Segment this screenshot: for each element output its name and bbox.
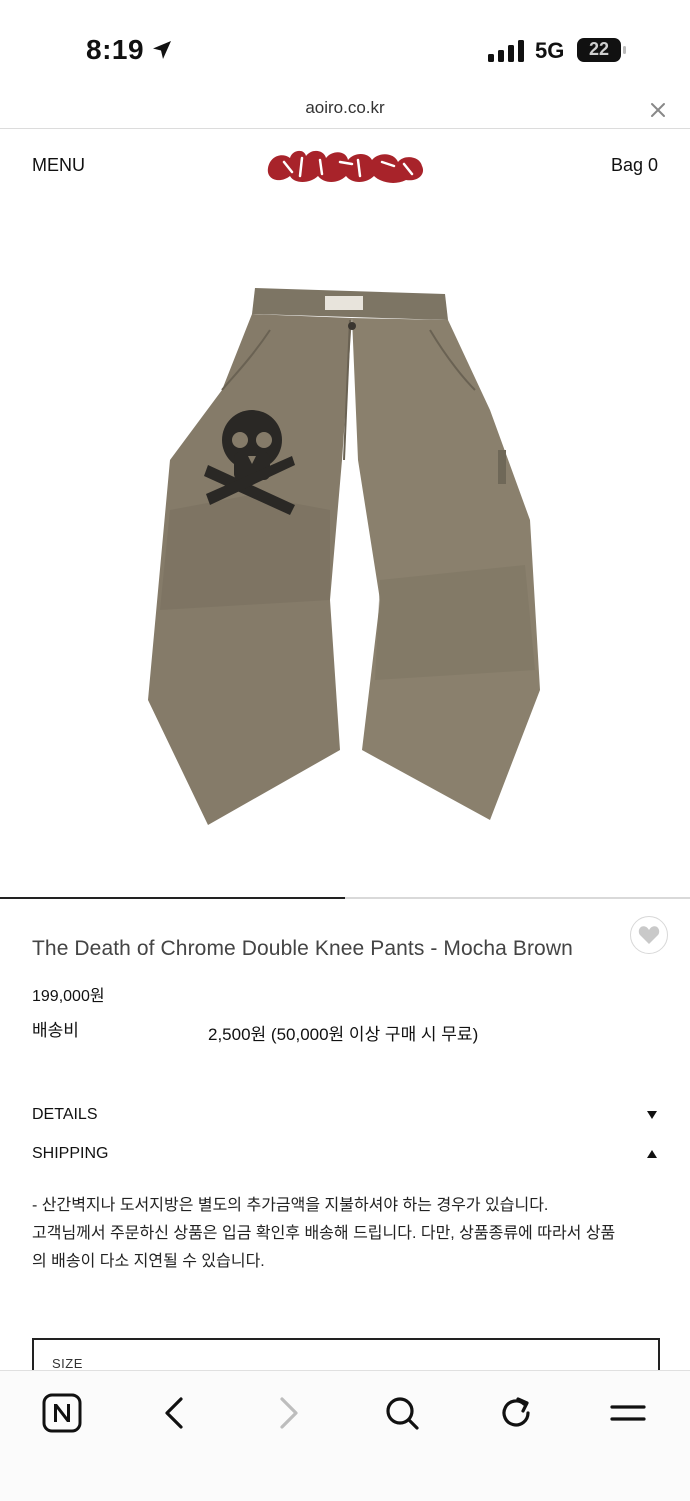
shipping-info-line: 고객님께서 주문하신 상품은 입금 확인후 배송해 드립니다. 다만, 상품종류… [32,1225,616,1242]
caret-up-icon[interactable] [646,1149,658,1159]
location-arrow-icon [153,41,171,59]
menu-icon[interactable] [608,1393,648,1433]
caret-down-icon[interactable] [646,1110,658,1120]
shipping-info-line: 의 배송이 다소 지연될 수 있습니다. [32,1253,265,1270]
menu-button[interactable]: MENU [32,155,85,176]
battery-level: 22 [588,39,610,59]
shipping-fee-label: 배송비 [32,1021,79,1040]
url-text[interactable]: aoiro.co.kr [0,98,690,118]
details-accordion[interactable]: DETAILS [32,1106,658,1130]
reload-icon[interactable] [496,1393,536,1433]
bag-button[interactable]: Bag 0 [611,155,658,176]
shipping-label[interactable]: SHIPPING [32,1145,108,1163]
product-title: The Death of Chrome Double Knee Pants - … [32,937,573,960]
cellular-signal-icon [488,40,524,62]
aoiro-logo[interactable] [262,142,428,190]
back-icon[interactable] [155,1393,195,1433]
shipping-fee-value: 2,500원 (50,000원 이상 구매 시 무료) [208,1025,479,1044]
status-time: 8:19 [86,34,145,65]
network-type: 5G [535,38,565,63]
shipping-info-text: - 산간벽지나 도서지방은 별도의 추가금액을 지불하셔야 하는 경우가 있습니… [32,1192,662,1276]
shipping-info-line: - 산간벽지나 도서지방은 별도의 추가금액을 지불하셔야 하는 경우가 있습니… [32,1197,549,1214]
status-bar: 8:19 5G 22 [0,0,690,92]
product-price: 199,000원 [32,988,105,1005]
url-bar[interactable]: aoiro.co.kr [0,92,690,129]
product-image[interactable] [130,280,560,830]
site-header: MENU Bag 0 [0,128,690,208]
browser-toolbar [0,1370,690,1501]
details-label[interactable]: DETAILS [32,1106,98,1124]
naver-icon[interactable] [42,1393,82,1433]
search-icon[interactable] [382,1393,422,1433]
wishlist-button[interactable] [630,916,668,954]
close-icon[interactable] [648,100,668,120]
image-carousel-progress [0,897,690,899]
size-label: SIZE [52,1356,83,1371]
battery-icon: 22 [577,38,621,62]
battery-cap [623,46,626,54]
forward-icon[interactable] [268,1393,308,1433]
image-carousel-progress-fill [0,897,345,899]
shipping-accordion[interactable]: SHIPPING [32,1145,658,1169]
heart-icon [638,926,660,944]
